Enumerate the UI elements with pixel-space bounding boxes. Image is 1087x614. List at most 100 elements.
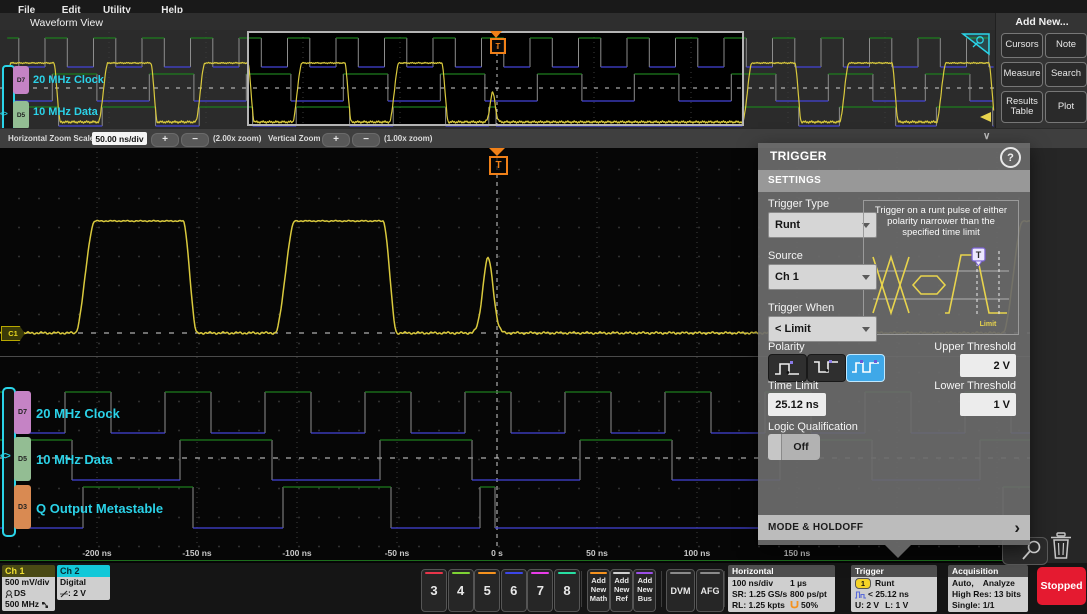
trigger-lower-level: L: 1 V xyxy=(885,600,909,610)
source-label: Source xyxy=(768,250,803,262)
sample-rate: SR: 1.25 GS/s xyxy=(732,589,788,599)
trigger-source-badge: 1 xyxy=(855,578,871,589)
afg-button[interactable]: AFG xyxy=(696,569,724,612)
afg-label: AFG xyxy=(700,585,720,596)
lower-threshold-label: Lower Threshold xyxy=(934,380,1016,392)
horizontal-badge[interactable]: Horizontal 100 ns/div 1 µs SR: 1.25 GS/s 8… xyxy=(728,565,835,612)
channel-button-4[interactable]: 4 xyxy=(447,569,474,612)
trigger-badge[interactable]: T xyxy=(490,38,506,54)
tab-bar: Waveform View xyxy=(0,13,1087,31)
either-runt-icon xyxy=(851,360,879,373)
add-new-results-table-button[interactable]: Results Table xyxy=(1001,91,1043,123)
d5-selected-marker: <> xyxy=(0,109,8,118)
trigger-when-value: < Limit xyxy=(775,323,811,335)
stripe xyxy=(636,572,654,574)
add-new-search-button[interactable]: Search xyxy=(1045,62,1087,87)
h-zoom-increase-button[interactable]: + xyxy=(151,133,179,147)
horizontal-scale: 100 ns/div xyxy=(732,578,774,588)
time-limit-field[interactable]: 25.12 ns xyxy=(768,393,826,416)
limit-label: Limit xyxy=(980,321,997,328)
acquisition-badge[interactable]: Acquisition Auto, Analyze High Res: 13 bi… xyxy=(948,565,1028,612)
source-dropdown[interactable]: Ch 1 xyxy=(768,264,877,290)
channel-button-label: 7 xyxy=(536,583,544,598)
channel-button-8[interactable]: 8 xyxy=(554,569,580,612)
polarity-label: Polarity xyxy=(768,341,805,353)
add-new-label: Add New Math xyxy=(589,576,608,603)
acq-resolution: High Res: 13 bits xyxy=(952,589,1021,599)
mode-holdoff-label: MODE & HOLDOFF xyxy=(768,522,864,533)
trigger-badge-glyph: T xyxy=(976,250,982,260)
v-zoom-increase-button[interactable]: + xyxy=(322,133,350,147)
v-zoom-factor: (1.00x zoom) xyxy=(384,134,433,143)
divider xyxy=(661,571,662,607)
source-value: Ch 1 xyxy=(775,271,799,283)
polarity-either-button[interactable] xyxy=(846,354,885,382)
trigger-badge[interactable]: T xyxy=(489,156,508,175)
oscilloscope-screen: File Edit Utility Help Waveform View D7 2… xyxy=(0,0,1087,614)
divider xyxy=(581,571,582,607)
add-new-note-button[interactable]: Note xyxy=(1045,33,1087,58)
add-new-bus-button[interactable]: Add New Bus xyxy=(633,569,657,612)
time-limit-label: Time Limit xyxy=(768,380,819,392)
settings-section-header: SETTINGS xyxy=(758,170,1030,192)
channel-button-label: 6 xyxy=(510,583,518,598)
v-zoom-decrease-button[interactable]: − xyxy=(352,133,380,147)
trigger-when-dropdown[interactable]: < Limit xyxy=(768,316,877,342)
channel-button-label: 4 xyxy=(456,583,465,598)
trigger-type-value: Runt xyxy=(775,219,801,231)
trigger-upper-level: U: 2 V xyxy=(855,600,880,610)
trigger-type-label: Trigger Type xyxy=(768,198,830,210)
add-new-math-button[interactable]: Add New Math xyxy=(587,569,610,612)
h-zoom-factor: (2.00x zoom) xyxy=(213,134,262,143)
record-length: RL: 1.25 kpts xyxy=(732,600,785,610)
d5-selected-marker: <> xyxy=(0,451,11,462)
channel-button-label: 8 xyxy=(563,583,571,598)
add-new-label: Add New Bus xyxy=(637,576,653,603)
channel-button-6[interactable]: 6 xyxy=(500,569,527,612)
mode-holdoff-section[interactable]: MODE & HOLDOFF › xyxy=(758,515,1030,540)
waveform-overview[interactable]: D720 MHz ClockD510 MHz DataD3Q Output Me… xyxy=(0,30,995,160)
digital-group-bracket[interactable] xyxy=(2,387,16,537)
run-stop-button[interactable]: Stopped xyxy=(1037,567,1086,605)
acq-single: Single: 1/1 xyxy=(952,600,995,610)
logic-qualification-toggle[interactable]: Off xyxy=(782,434,820,460)
trigger-position-icon[interactable] xyxy=(489,148,505,156)
h-zoom-decrease-button[interactable]: − xyxy=(181,133,209,147)
trigger-title: Trigger xyxy=(851,565,937,577)
add-new-plot-button[interactable]: Plot xyxy=(1045,91,1087,123)
horizontal-duration: 1 µs xyxy=(790,578,807,588)
acq-analyze: Analyze xyxy=(982,578,1015,588)
polarity-negative-button[interactable] xyxy=(807,354,846,382)
runt-trigger-illustration: Limit T xyxy=(872,247,1009,328)
logic-toggle-handle[interactable] xyxy=(768,434,782,460)
dvm-label: DVM xyxy=(670,585,691,596)
trigger-position-icon[interactable] xyxy=(490,31,502,38)
upper-threshold-field[interactable]: 2 V xyxy=(960,354,1016,377)
upper-threshold-arrow-icon[interactable] xyxy=(980,112,991,122)
horizontal-zoom-scale-input[interactable]: 50.00 ns/div xyxy=(92,132,147,145)
acq-mode: Auto, xyxy=(952,578,974,588)
stripe xyxy=(613,572,631,574)
polarity-positive-button[interactable] xyxy=(768,354,807,382)
dvm-button[interactable]: DVM xyxy=(666,569,695,612)
horizontal-zoom-scale-label: Horizontal Zoom Scale xyxy=(8,134,95,143)
channel-button-5[interactable]: 5 xyxy=(474,569,501,612)
tab-waveform-view[interactable]: Waveform View xyxy=(30,17,103,29)
trigger-type-dropdown[interactable]: Runt xyxy=(768,212,877,238)
lower-threshold-field[interactable]: 1 V xyxy=(960,393,1016,416)
add-new-panel: Add New... Cursors Note Measure Search Resul… xyxy=(995,13,1087,147)
zoom-flag-icon[interactable] xyxy=(961,32,991,56)
trigger-description-text: Trigger on a runt pulse of either polari… xyxy=(874,205,1008,238)
chevron-down-icon[interactable]: ∨ xyxy=(983,131,990,142)
chevron-down-icon xyxy=(862,274,870,280)
help-icon[interactable]: ? xyxy=(1000,147,1021,168)
add-new-ref-button[interactable]: Add New Ref xyxy=(610,569,634,612)
add-new-measure-button[interactable]: Measure xyxy=(1001,62,1043,87)
trigger-badge-panel[interactable]: Trigger 1 Runt < 25.12 ns U: 2 V L: 1 V xyxy=(851,565,937,612)
delete-button[interactable] xyxy=(1048,531,1074,561)
add-new-cursors-button[interactable]: Cursors xyxy=(1001,33,1043,58)
channel-button-7[interactable]: 7 xyxy=(527,569,554,612)
horizontal-title: Horizontal xyxy=(728,565,835,577)
stripe xyxy=(590,572,607,574)
channel-button-3[interactable]: 3 xyxy=(421,569,447,612)
